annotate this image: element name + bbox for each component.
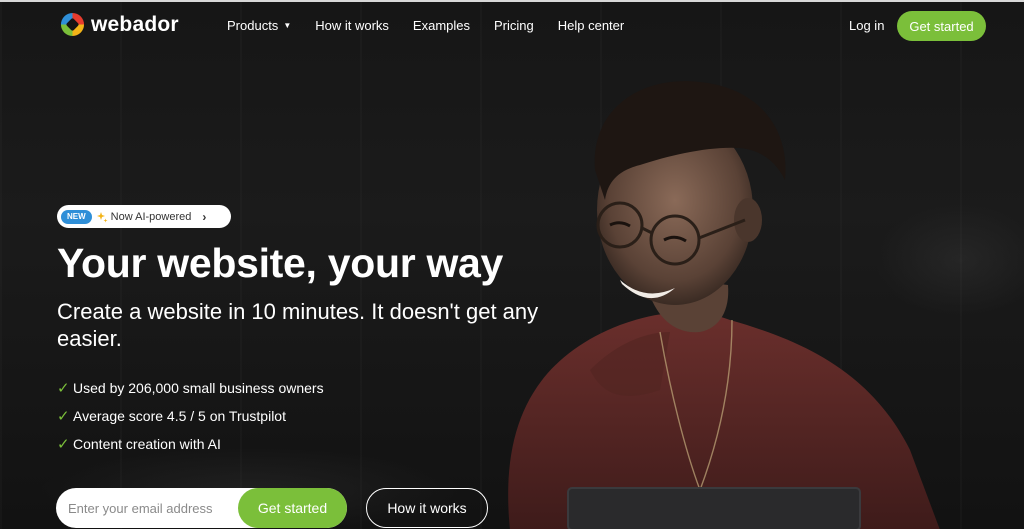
- sparkle-icon: [96, 211, 108, 222]
- email-input[interactable]: [56, 489, 236, 527]
- window-top-border: [0, 0, 1024, 2]
- new-badge: NEW: [61, 209, 92, 224]
- ai-powered-badge[interactable]: NEW Now AI-powered ›: [57, 205, 231, 228]
- get-started-button[interactable]: Get started: [238, 488, 347, 528]
- nav-item-label: How it works: [315, 18, 389, 33]
- checklist-item: ✓ Used by 206,000 small business owners: [57, 374, 324, 402]
- caret-down-icon: ▼: [283, 21, 292, 30]
- nav-item-label: Pricing: [494, 18, 534, 33]
- webador-logo[interactable]: webador: [60, 12, 179, 37]
- checkmark-icon: ✓: [57, 408, 70, 425]
- nav-item-pricing[interactable]: Pricing: [494, 18, 534, 33]
- checkmark-icon: ✓: [57, 436, 70, 453]
- checkmark-icon: ✓: [57, 380, 70, 397]
- top-navigation: webador Products ▼ How it works Examples…: [0, 0, 1024, 52]
- chevron-right-icon: ›: [202, 209, 207, 224]
- nav-item-label: Examples: [412, 18, 470, 33]
- logo-wordmark: webador: [91, 12, 179, 36]
- nav-item-label: Products: [227, 18, 279, 33]
- checklist-item: ✓ Average score 4.5 / 5 on Trustpilot: [57, 402, 324, 430]
- hero-headline: Your website, your way: [57, 240, 504, 286]
- nav-item-label: Help center: [557, 18, 625, 33]
- login-link[interactable]: Log in: [849, 18, 884, 33]
- how-it-works-button[interactable]: How it works: [366, 488, 488, 528]
- nav-item-how-it-works[interactable]: How it works: [315, 18, 389, 33]
- webador-logo-icon: [60, 12, 85, 37]
- checklist-item: ✓ Content creation with AI: [57, 430, 324, 458]
- hero-subheadline: Create a website in 10 minutes. It doesn…: [57, 299, 539, 351]
- checklist-item-text: Content creation with AI: [73, 436, 221, 452]
- feature-checklist: ✓ Used by 206,000 small business owners …: [57, 374, 324, 458]
- nav-item-help-center[interactable]: Help center: [558, 18, 624, 33]
- email-signup-form: Get started: [56, 488, 347, 528]
- checklist-item-text: Used by 206,000 small business owners: [73, 380, 324, 396]
- nav-item-products[interactable]: Products ▼: [227, 18, 291, 33]
- get-started-nav-button[interactable]: Get started: [897, 11, 986, 41]
- badge-text: Now AI-powered: [110, 210, 192, 223]
- nav-links: Products ▼ How it works Examples Pricing…: [227, 18, 648, 33]
- checklist-item-text: Average score 4.5 / 5 on Trustpilot: [73, 408, 286, 424]
- nav-item-examples[interactable]: Examples: [413, 18, 470, 33]
